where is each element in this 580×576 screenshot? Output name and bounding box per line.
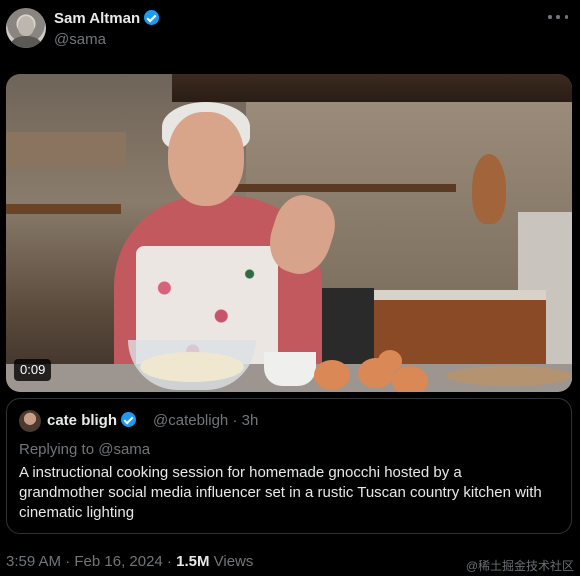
avatar-shoulders bbox=[11, 36, 41, 48]
upper-left-shelf bbox=[6, 132, 126, 168]
tweet-timestamp[interactable]: 3:59 AM · Feb 16, 2024 · bbox=[6, 553, 176, 570]
pasta-bundle bbox=[446, 366, 572, 386]
quoted-author-name[interactable]: cate bligh bbox=[47, 412, 137, 429]
white-cup bbox=[264, 352, 316, 386]
avatar-face bbox=[18, 16, 34, 36]
cutting-board bbox=[472, 154, 506, 224]
verified-badge-icon bbox=[144, 10, 160, 25]
more-options-icon[interactable] bbox=[548, 11, 568, 23]
gnocchi-dough bbox=[140, 352, 244, 382]
views-label: Views bbox=[209, 553, 254, 570]
author-name[interactable]: Sam Altman bbox=[54, 10, 160, 27]
video-player[interactable] bbox=[6, 74, 572, 392]
quoted-author-meta[interactable]: @catebligh · 3h bbox=[153, 412, 258, 429]
tweet-footer: 3:59 AM · Feb 16, 2024 · 1.5M Views bbox=[6, 553, 253, 570]
egg bbox=[392, 366, 428, 392]
views-count: 1.5M bbox=[176, 553, 210, 570]
quoted-tweet[interactable]: cate bligh @catebligh · 3h Replying to @… bbox=[6, 398, 572, 534]
ceiling-beam bbox=[172, 74, 572, 102]
egg bbox=[378, 350, 402, 372]
replying-to: Replying to @sama bbox=[19, 441, 151, 458]
quoted-author-name-text[interactable]: cate bligh bbox=[47, 412, 117, 429]
counter-top bbox=[372, 290, 546, 300]
author-handle[interactable]: @sama bbox=[54, 31, 106, 48]
tweet-header: Sam Altman @sama bbox=[6, 7, 574, 51]
verified-badge-icon bbox=[121, 412, 137, 427]
video-duration: 0:09 bbox=[14, 359, 52, 381]
right-shelf bbox=[226, 184, 456, 192]
quoted-author-avatar[interactable] bbox=[19, 410, 41, 432]
egg bbox=[314, 360, 350, 390]
left-shelf bbox=[6, 204, 121, 214]
grandmother-face bbox=[168, 112, 244, 206]
author-name-text[interactable]: Sam Altman bbox=[54, 10, 140, 27]
author-avatar[interactable] bbox=[6, 8, 46, 48]
quoted-tweet-text: A instructional cooking session for home… bbox=[19, 464, 542, 521]
watermark: @稀土掘金技术社区 bbox=[465, 559, 574, 573]
